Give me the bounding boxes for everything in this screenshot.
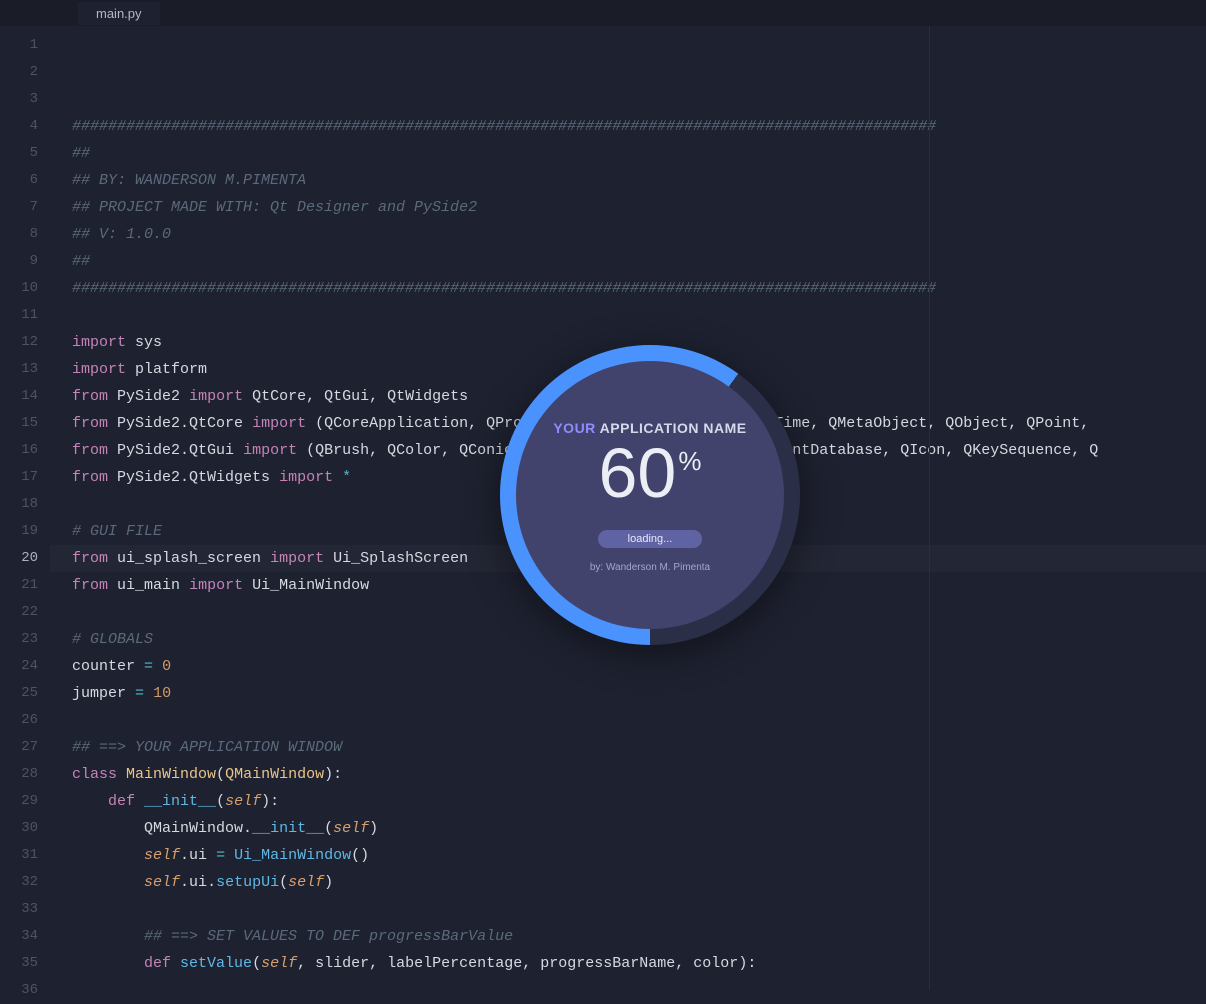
line-number: 10 [0,275,38,302]
line-number: 32 [0,869,38,896]
line-number: 9 [0,248,38,275]
code-line[interactable] [72,977,1206,990]
line-number: 27 [0,734,38,761]
line-number: 2 [0,59,38,86]
code-line[interactable]: ## ==> SET VALUES TO DEF progressBarValu… [72,923,1206,950]
line-number: 25 [0,680,38,707]
line-number: 4 [0,113,38,140]
line-number: 19 [0,518,38,545]
line-number: 36 [0,977,38,1004]
code-line[interactable]: ########################################… [72,113,1206,140]
loading-label: loading... [598,530,703,548]
line-number: 3 [0,86,38,113]
line-number: 35 [0,950,38,977]
line-number: 13 [0,356,38,383]
tab-main-py[interactable]: main.py [78,2,160,25]
line-number: 17 [0,464,38,491]
line-number: 1 [0,32,38,59]
code-line[interactable] [72,707,1206,734]
line-number: 26 [0,707,38,734]
line-number: 24 [0,653,38,680]
credits-label: by: Wanderson M. Pimenta [590,562,710,573]
line-number: 20 [0,545,38,572]
line-number: 30 [0,815,38,842]
line-number: 6 [0,167,38,194]
code-line[interactable]: self.ui = Ui_MainWindow() [72,842,1206,869]
line-number: 12 [0,329,38,356]
percent-icon: % [678,446,701,477]
line-number: 31 [0,842,38,869]
line-number: 11 [0,302,38,329]
line-number: 28 [0,761,38,788]
code-line[interactable]: def setValue(self, slider, labelPercenta… [72,950,1206,977]
percentage-number: 60 [599,438,677,508]
line-number: 8 [0,221,38,248]
gutter: 1234567891011121314151617181920212223242… [0,26,50,990]
code-line[interactable]: counter = 0 [72,653,1206,680]
splash-inner: YOUR APPLICATION NAME 60 % loading... by… [516,361,784,629]
tab-bar: main.py [0,0,1206,26]
line-number: 15 [0,410,38,437]
line-number: 29 [0,788,38,815]
code-line[interactable]: ## ==> YOUR APPLICATION WINDOW [72,734,1206,761]
line-number: 33 [0,896,38,923]
line-number: 16 [0,437,38,464]
code-line[interactable] [72,302,1206,329]
code-line[interactable]: def __init__(self): [72,788,1206,815]
line-number: 7 [0,194,38,221]
code-line[interactable]: ## BY: WANDERSON M.PIMENTA [72,167,1206,194]
line-number: 14 [0,383,38,410]
line-number: 5 [0,140,38,167]
code-line[interactable]: QMainWindow.__init__(self) [72,815,1206,842]
percentage: 60 % [599,438,702,508]
line-number: 21 [0,572,38,599]
code-line[interactable]: ## V: 1.0.0 [72,221,1206,248]
code-line[interactable]: self.ui.setupUi(self) [72,869,1206,896]
line-number: 22 [0,599,38,626]
code-line[interactable]: ## [72,248,1206,275]
line-number: 34 [0,923,38,950]
code-line[interactable]: ########################################… [72,275,1206,302]
code-line[interactable]: class MainWindow(QMainWindow): [72,761,1206,788]
code-line[interactable] [72,896,1206,923]
code-line[interactable]: jumper = 10 [72,680,1206,707]
splash-title-accent: YOUR [553,420,595,436]
code-line[interactable]: ## [72,140,1206,167]
line-number: 23 [0,626,38,653]
line-number: 18 [0,491,38,518]
code-line[interactable]: ## PROJECT MADE WITH: Qt Designer and Py… [72,194,1206,221]
splash-screen: YOUR APPLICATION NAME 60 % loading... by… [500,345,800,645]
